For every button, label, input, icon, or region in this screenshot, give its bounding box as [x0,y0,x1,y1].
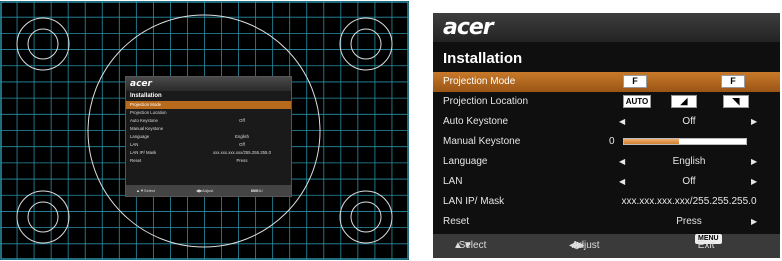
footer-exit-hint: MENU Exit [695,234,722,258]
mini-menu-title: Installation [130,93,162,99]
arrow-left-icon[interactable]: ◀ [619,172,625,192]
row-label: Projection Location [443,96,529,107]
mini-row-lan: LAN Off [130,142,245,147]
arrow-right-icon[interactable]: ▶ [751,172,757,192]
osd-footer: ▲▼ Select ◀▶ Adjust MENU Exit [433,234,780,258]
footer-adjust-hint: ◀▶ Adjust [569,234,600,258]
manual-keystone-slider[interactable] [623,138,747,145]
row-reset[interactable]: Reset Press ▶ [433,212,780,232]
mini-row-auto-keystone: Auto Keystone Off [130,118,245,123]
corner-circle [16,190,70,244]
auto-location-icon[interactable]: AUTO [623,95,651,108]
logo-bar: acer [433,13,780,42]
rear-projection-icon[interactable]: F [721,75,745,88]
row-projection-mode[interactable]: Projection Mode F F [433,72,780,92]
arrow-right-icon[interactable]: ▶ [751,152,757,172]
mini-footer: ▲▼ Select ◀▶ Adjust MENU Exit [126,185,291,196]
row-lan[interactable]: LAN ◀ Off ▶ [433,172,780,192]
manual-keystone-value: 0 [609,136,615,147]
ceiling-mount-icon[interactable]: ◥ [723,95,749,108]
corner-circle [339,190,393,244]
floor-mount-icon[interactable]: ◢ [671,95,697,108]
footer-select-hint: ▲▼ Select [453,234,486,258]
arrow-left-icon[interactable]: ◀ [619,152,625,172]
row-label: Projection Mode [443,76,516,87]
corner-circle [339,17,393,71]
row-label: Reset [443,216,470,227]
row-label: LAN [443,176,463,187]
acer-logo: acer [443,15,494,40]
mini-row-lan-ip: LAN IP/ Mask xxx.xxx.xxx.xxx/255.255.255.… [130,150,272,155]
test-pattern-screen: acer Installation Projection Mode Projec… [0,1,409,260]
mini-row-manual-keystone: Manual Keystone [130,126,164,131]
mini-row-language: Language English [130,134,250,139]
mini-row-reset: Reset Press [130,158,248,163]
row-label: LAN IP/ Mask [443,196,505,207]
row-lan-ip-mask[interactable]: LAN IP/ Mask xxx.xxx.xxx.xxx/255.255.255… [433,192,780,212]
language-value: English [672,156,706,167]
row-auto-keystone[interactable]: Auto Keystone ◀ Off ▶ [433,112,780,132]
row-label: Auto Keystone [443,116,509,127]
row-manual-keystone[interactable]: Manual Keystone 0 [433,132,780,152]
row-label: Manual Keystone [443,136,521,147]
slider-fill [624,139,679,144]
reset-value: Press [676,216,702,227]
osd-menu: acer Installation Projection Mode F F Pr… [433,13,780,258]
menu-title: Installation [443,50,523,67]
lan-value: Off [682,176,696,187]
lan-ip-mask-value: xxx.xxx.xxx.xxx/255.255.255.0 [621,196,757,207]
row-projection-location[interactable]: Projection Location AUTO ◢ ◥ [433,92,780,112]
auto-keystone-value: Off [682,116,696,127]
row-label: Language [443,156,488,167]
mini-osd-preview: acer Installation Projection Mode Projec… [125,76,292,197]
row-language[interactable]: Language ◀ English ▶ [433,152,780,172]
arrow-left-icon[interactable]: ◀ [619,112,625,132]
arrow-right-icon[interactable]: ▶ [751,112,757,132]
front-projection-icon[interactable]: F [623,75,647,88]
corner-circle [16,17,70,71]
mini-row-projection-mode: Projection Mode [126,101,291,109]
mini-acer-logo: acer [126,77,291,91]
arrow-right-icon[interactable]: ▶ [751,212,757,232]
mini-row-projection-location: Projection Location [130,110,167,115]
